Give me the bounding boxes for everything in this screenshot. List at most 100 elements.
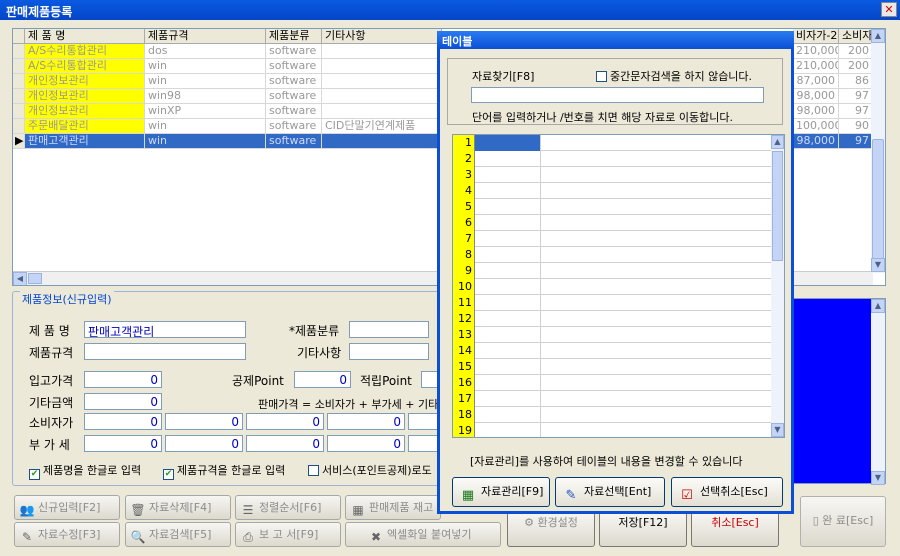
cell-name[interactable]: 개인정보관리 xyxy=(25,89,145,104)
spec-input[interactable] xyxy=(84,343,246,360)
scroll-down-icon[interactable]: ▼ xyxy=(871,471,885,485)
dialog-row[interactable]: 19 xyxy=(453,423,773,437)
product-name-input[interactable]: 판매고객관리 xyxy=(84,321,246,338)
etc-input[interactable] xyxy=(349,343,429,360)
row-value[interactable] xyxy=(475,311,541,327)
stock-button[interactable]: ▦ 판매제품 재고 xyxy=(345,495,441,520)
consumer-price-1[interactable]: 0 xyxy=(84,413,162,430)
cell-cat[interactable]: software xyxy=(266,89,322,104)
select-data-button[interactable]: ✎ 자료선택[Ent] xyxy=(555,477,665,507)
dialog-row[interactable]: 18 xyxy=(453,407,773,423)
cell-p1[interactable]: 100,000 xyxy=(793,119,839,134)
dialog-row[interactable]: 4 xyxy=(453,183,773,199)
dialog-row[interactable]: 10 xyxy=(453,279,773,295)
row-value[interactable] xyxy=(475,247,541,263)
dialog-row[interactable]: 2 xyxy=(453,151,773,167)
settings-button[interactable]: ⚙ 환경설정 xyxy=(507,512,595,547)
cell-p2[interactable]: 86 xyxy=(839,74,873,89)
dialog-row[interactable]: 8 xyxy=(453,247,773,263)
cell-name[interactable]: 주문배달관리 xyxy=(25,119,145,134)
cell-spec[interactable]: winXP xyxy=(145,104,266,119)
manage-data-button[interactable]: ▦ 자료관리[F9] xyxy=(452,477,550,507)
category-input[interactable] xyxy=(349,321,429,338)
edit-button[interactable]: ✎ 자료수정[F3] xyxy=(14,522,120,547)
row-value[interactable] xyxy=(475,423,541,437)
sort-order-button[interactable]: ☰ 정렬순서[F6] xyxy=(235,495,341,520)
consumer-price-4[interactable]: 0 xyxy=(327,413,405,430)
row-value[interactable] xyxy=(475,391,541,407)
row-indicator[interactable] xyxy=(13,74,25,89)
delete-button[interactable]: 🗑 자료삭제[F4] xyxy=(125,495,231,520)
col-header-consumer[interactable]: 소비자 xyxy=(839,29,873,44)
row-indicator[interactable] xyxy=(13,119,25,134)
dialog-row[interactable]: 14 xyxy=(453,343,773,359)
cell-spec[interactable]: dos xyxy=(145,44,266,59)
dialog-row[interactable]: 1 xyxy=(453,135,773,151)
cell-p2[interactable]: 97 xyxy=(839,89,873,104)
search-button[interactable]: 🔍 자료검색[F5] xyxy=(125,522,231,547)
search-input[interactable] xyxy=(471,87,764,103)
col-header-category[interactable]: 제품분류 xyxy=(266,29,322,44)
row-value[interactable] xyxy=(475,327,541,343)
cell-spec[interactable]: win xyxy=(145,134,266,149)
row-value[interactable] xyxy=(475,215,541,231)
dialog-row[interactable]: 6 xyxy=(453,215,773,231)
row-indicator[interactable] xyxy=(13,59,25,74)
dialog-row[interactable]: 16 xyxy=(453,375,773,391)
consumer-price-2[interactable]: 0 xyxy=(165,413,243,430)
deduct-point-input[interactable]: 0 xyxy=(294,371,351,388)
dialog-scrollbar[interactable]: ▲ ▼ xyxy=(771,135,784,437)
row-indicator[interactable]: ▶ xyxy=(13,134,25,149)
close-button[interactable]: ✕ xyxy=(881,2,897,17)
cell-p2[interactable]: 200 xyxy=(839,44,873,59)
col-header-name[interactable]: 제 품 명 xyxy=(25,29,145,44)
other-amount-input[interactable]: 0 xyxy=(84,393,162,410)
row-value[interactable] xyxy=(475,135,541,151)
cell-p1[interactable]: 98,000 xyxy=(793,89,839,104)
cell-name[interactable]: 개인정보관리 xyxy=(25,74,145,89)
cell-p1[interactable]: 210,000 xyxy=(793,44,839,59)
dialog-table[interactable]: 1 2 3 4 5 6 7 8 9 10 11 12 13 14 15 16 17 18 19 ▲ ▼ xyxy=(452,134,785,438)
col-header-price2[interactable]: 비자가-2 xyxy=(793,29,839,44)
row-value[interactable] xyxy=(475,167,541,183)
row-value[interactable] xyxy=(475,151,541,167)
row-value[interactable] xyxy=(475,279,541,295)
dialog-row[interactable]: 15 xyxy=(453,359,773,375)
dialog-row[interactable]: 3 xyxy=(453,167,773,183)
row-indicator[interactable] xyxy=(13,104,25,119)
row-value[interactable] xyxy=(475,263,541,279)
cancel-selection-button[interactable]: ☑ 선택취소[Esc] xyxy=(671,477,783,507)
vat-1[interactable]: 0 xyxy=(84,435,162,452)
cell-p1[interactable]: 98,000 xyxy=(793,134,839,149)
cell-p1[interactable]: 87,000 xyxy=(793,74,839,89)
cell-cat[interactable]: software xyxy=(266,74,322,89)
cell-p2[interactable]: 97 xyxy=(839,104,873,119)
vat-3[interactable]: 0 xyxy=(246,435,324,452)
scroll-thumb[interactable] xyxy=(28,273,42,284)
cell-spec[interactable]: win98 xyxy=(145,89,266,104)
row-value[interactable] xyxy=(475,183,541,199)
cell-p2[interactable]: 200 xyxy=(839,59,873,74)
cell-cat[interactable]: software xyxy=(266,44,322,59)
cell-cat[interactable]: software xyxy=(266,134,322,149)
row-value[interactable] xyxy=(475,359,541,375)
vat-2[interactable]: 0 xyxy=(165,435,243,452)
col-header-etc[interactable]: 기타사항 xyxy=(322,29,442,44)
excel-paste-button[interactable]: ✖ 엑셀화일 붙여넣기 xyxy=(345,522,501,547)
cell-spec[interactable]: win xyxy=(145,59,266,74)
row-value[interactable] xyxy=(475,343,541,359)
cell-cat[interactable]: software xyxy=(266,119,322,134)
scroll-up-icon[interactable]: ▲ xyxy=(871,29,885,43)
dialog-row[interactable]: 7 xyxy=(453,231,773,247)
dialog-row[interactable]: 12 xyxy=(453,311,773,327)
cell-p1[interactable]: 98,000 xyxy=(793,104,839,119)
consumer-price-3[interactable]: 0 xyxy=(246,413,324,430)
hangul-name-checkbox[interactable]: ✔ 제품명을 한글로 입력 xyxy=(29,462,141,480)
scroll-up-icon[interactable]: ▲ xyxy=(871,299,885,313)
scroll-left-icon[interactable]: ◀ xyxy=(13,272,27,285)
cell-cat[interactable]: software xyxy=(266,59,322,74)
cell-p2[interactable]: 97 xyxy=(839,134,873,149)
row-value[interactable] xyxy=(475,231,541,247)
cell-name[interactable]: A/S수리통합관리 xyxy=(25,44,145,59)
cell-p2[interactable]: 90 xyxy=(839,119,873,134)
